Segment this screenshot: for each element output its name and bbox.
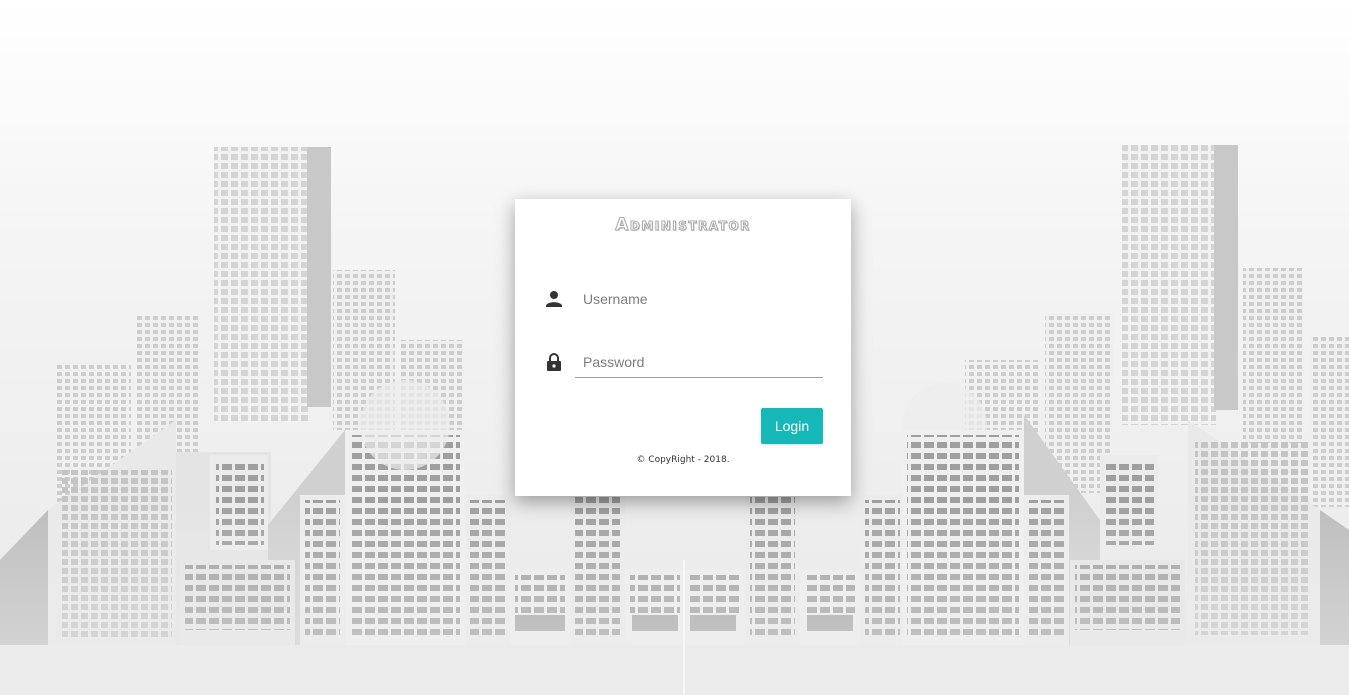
- person-icon: [546, 291, 562, 307]
- password-input[interactable]: [575, 346, 823, 378]
- username-input[interactable]: [575, 283, 823, 315]
- login-button[interactable]: Login: [761, 408, 823, 444]
- password-row: [545, 346, 823, 378]
- login-title: Administrator: [615, 215, 751, 236]
- username-row: [545, 283, 823, 315]
- login-card: Administrator Login © CopyRight - 2018.: [515, 199, 851, 496]
- lock-icon: [547, 353, 561, 371]
- copyright-text: © CopyRight - 2018.: [636, 455, 730, 465]
